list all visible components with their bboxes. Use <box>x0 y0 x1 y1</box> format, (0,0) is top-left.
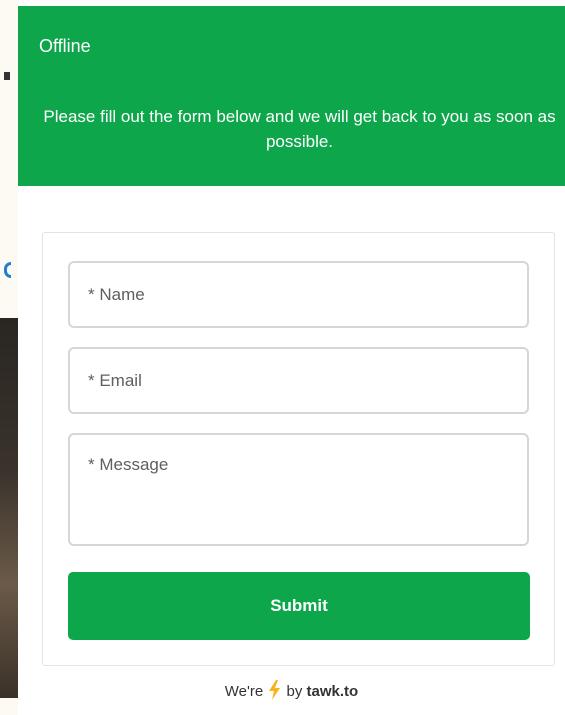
powered-by-footer: We're by tawk.to <box>18 680 565 704</box>
tawk-to-link[interactable]: tawk.to <box>307 683 359 700</box>
widget-header: Offline Please fill out the form below a… <box>18 6 565 186</box>
background-image <box>0 318 18 698</box>
background-mark <box>4 72 10 80</box>
chat-widget: Offline Please fill out the form below a… <box>18 6 565 715</box>
footer-by: by <box>286 683 303 700</box>
name-input[interactable] <box>68 261 529 328</box>
lightning-bolt-icon <box>269 680 281 704</box>
background-icon <box>4 262 11 278</box>
offline-message: Please fill out the form below and we wi… <box>43 107 556 151</box>
offline-form: Submit <box>42 232 555 666</box>
status-title: Offline <box>39 36 91 56</box>
footer-prefix: We're <box>224 683 264 700</box>
email-input[interactable] <box>68 347 529 414</box>
message-textarea[interactable] <box>68 433 529 546</box>
submit-button[interactable]: Submit <box>68 572 530 640</box>
